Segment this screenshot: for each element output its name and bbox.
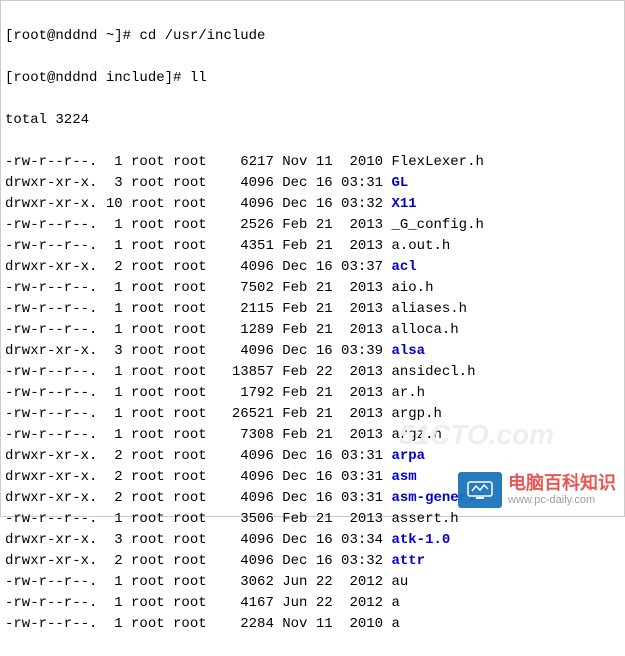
- list-row: -rw-r--r--. 1 root root 1289 Feb 21 2013…: [5, 320, 620, 341]
- list-row: -rw-r--r--. 1 root root 13857 Feb 22 201…: [5, 362, 620, 383]
- file-listing: -rw-r--r--. 1 root root 6217 Nov 11 2010…: [5, 152, 620, 635]
- file-name: ansidecl.h: [391, 364, 475, 380]
- directory-name: alsa: [391, 343, 425, 359]
- file-name: aio.h: [391, 280, 433, 296]
- list-row: -rw-r--r--. 1 root root 7502 Feb 21 2013…: [5, 278, 620, 299]
- list-row: -rw-r--r--. 1 root root 2526 Feb 21 2013…: [5, 215, 620, 236]
- file-meta: -rw-r--r--. 1 root root 2284 Nov 11 2010: [5, 616, 391, 632]
- directory-name: attr: [391, 553, 425, 569]
- file-name: alloca.h: [391, 322, 458, 338]
- list-row: -rw-r--r--. 1 root root 2115 Feb 21 2013…: [5, 299, 620, 320]
- file-meta: drwxr-xr-x. 10 root root 4096 Dec 16 03:…: [5, 196, 391, 212]
- list-row: drwxr-xr-x. 2 root root 4096 Dec 16 03:3…: [5, 551, 620, 572]
- list-row: -rw-r--r--. 1 root root 26521 Feb 21 201…: [5, 404, 620, 425]
- list-row: -rw-r--r--. 1 root root 4351 Feb 21 2013…: [5, 236, 620, 257]
- file-meta: drwxr-xr-x. 3 root root 4096 Dec 16 03:3…: [5, 175, 391, 191]
- list-row: drwxr-xr-x. 10 root root 4096 Dec 16 03:…: [5, 194, 620, 215]
- list-row: drwxr-xr-x. 3 root root 4096 Dec 16 03:3…: [5, 530, 620, 551]
- directory-name: arpa: [391, 448, 425, 464]
- total-line: total 3224: [5, 110, 620, 131]
- list-row: -rw-r--r--. 1 root root 3506 Feb 21 2013…: [5, 509, 620, 530]
- file-meta: -rw-r--r--. 1 root root 1289 Feb 21 2013: [5, 322, 391, 338]
- file-meta: -rw-r--r--. 1 root root 2526 Feb 21 2013: [5, 217, 391, 233]
- file-meta: -rw-r--r--. 1 root root 2115 Feb 21 2013: [5, 301, 391, 317]
- command: cd /usr/include: [139, 28, 265, 44]
- watermark-logo-icon: [458, 472, 502, 508]
- watermark-url: www.pc-daily.com: [508, 494, 616, 506]
- file-meta: -rw-r--r--. 1 root root 3062 Jun 22 2012: [5, 574, 391, 590]
- list-row: -rw-r--r--. 1 root root 4167 Jun 22 2012…: [5, 593, 620, 614]
- list-row: -rw-r--r--. 1 root root 1792 Feb 21 2013…: [5, 383, 620, 404]
- file-meta: drwxr-xr-x. 3 root root 4096 Dec 16 03:3…: [5, 343, 391, 359]
- list-row: drwxr-xr-x. 3 root root 4096 Dec 16 03:3…: [5, 173, 620, 194]
- file-meta: -rw-r--r--. 1 root root 26521 Feb 21 201…: [5, 406, 391, 422]
- directory-name: atk-1.0: [391, 532, 450, 548]
- file-name: _G_config.h: [391, 217, 483, 233]
- list-row: drwxr-xr-x. 2 root root 4096 Dec 16 03:3…: [5, 446, 620, 467]
- file-meta: -rw-r--r--. 1 root root 4351 Feb 21 2013: [5, 238, 391, 254]
- file-name: argp.h: [391, 406, 441, 422]
- file-name: a: [391, 616, 399, 632]
- command-line-1: [root@nddnd ~]# cd /usr/include: [5, 26, 620, 47]
- file-meta: drwxr-xr-x. 2 root root 4096 Dec 16 03:3…: [5, 448, 391, 464]
- list-row: -rw-r--r--. 1 root root 6217 Nov 11 2010…: [5, 152, 620, 173]
- directory-name: X11: [391, 196, 416, 212]
- list-row: drwxr-xr-x. 3 root root 4096 Dec 16 03:3…: [5, 341, 620, 362]
- terminal-output: [root@nddnd ~]# cd /usr/include [root@nd…: [5, 5, 620, 656]
- file-name: ar.h: [391, 385, 425, 401]
- file-meta: -rw-r--r--. 1 root root 13857 Feb 22 201…: [5, 364, 391, 380]
- directory-name: acl: [391, 259, 416, 275]
- watermark-text: 电脑百科知识 www.pc-daily.com: [508, 474, 616, 506]
- file-name: argz.h: [391, 427, 441, 443]
- file-meta: drwxr-xr-x. 2 root root 4096 Dec 16 03:3…: [5, 553, 391, 569]
- command: ll: [190, 70, 207, 86]
- file-name: a.out.h: [391, 238, 450, 254]
- file-name: a: [391, 595, 399, 611]
- file-meta: -rw-r--r--. 1 root root 7308 Feb 21 2013: [5, 427, 391, 443]
- list-row: -rw-r--r--. 1 root root 3062 Jun 22 2012…: [5, 572, 620, 593]
- list-row: drwxr-xr-x. 2 root root 4096 Dec 16 03:3…: [5, 257, 620, 278]
- file-meta: -rw-r--r--. 1 root root 6217 Nov 11 2010: [5, 154, 391, 170]
- file-meta: drwxr-xr-x. 3 root root 4096 Dec 16 03:3…: [5, 532, 391, 548]
- file-meta: -rw-r--r--. 1 root root 4167 Jun 22 2012: [5, 595, 391, 611]
- watermark-title: 电脑百科知识: [508, 474, 616, 494]
- file-name: au: [391, 574, 408, 590]
- list-row: -rw-r--r--. 1 root root 2284 Nov 11 2010…: [5, 614, 620, 635]
- file-meta: drwxr-xr-x. 2 root root 4096 Dec 16 03:3…: [5, 469, 391, 485]
- prompt: [root@nddnd include]#: [5, 70, 181, 86]
- file-meta: -rw-r--r--. 1 root root 1792 Feb 21 2013: [5, 385, 391, 401]
- prompt: [root@nddnd ~]#: [5, 28, 131, 44]
- directory-name: asm: [391, 469, 416, 485]
- command-line-2: [root@nddnd include]# ll: [5, 68, 620, 89]
- list-row: -rw-r--r--. 1 root root 7308 Feb 21 2013…: [5, 425, 620, 446]
- watermark: 电脑百科知识 www.pc-daily.com: [458, 472, 616, 508]
- file-name: aliases.h: [391, 301, 467, 317]
- file-meta: -rw-r--r--. 1 root root 7502 Feb 21 2013: [5, 280, 391, 296]
- directory-name: GL: [391, 175, 408, 191]
- file-meta: -rw-r--r--. 1 root root 3506 Feb 21 2013: [5, 511, 391, 527]
- file-name: FlexLexer.h: [391, 154, 483, 170]
- file-name: assert.h: [391, 511, 458, 527]
- file-meta: drwxr-xr-x. 2 root root 4096 Dec 16 03:3…: [5, 490, 391, 506]
- file-meta: drwxr-xr-x. 2 root root 4096 Dec 16 03:3…: [5, 259, 391, 275]
